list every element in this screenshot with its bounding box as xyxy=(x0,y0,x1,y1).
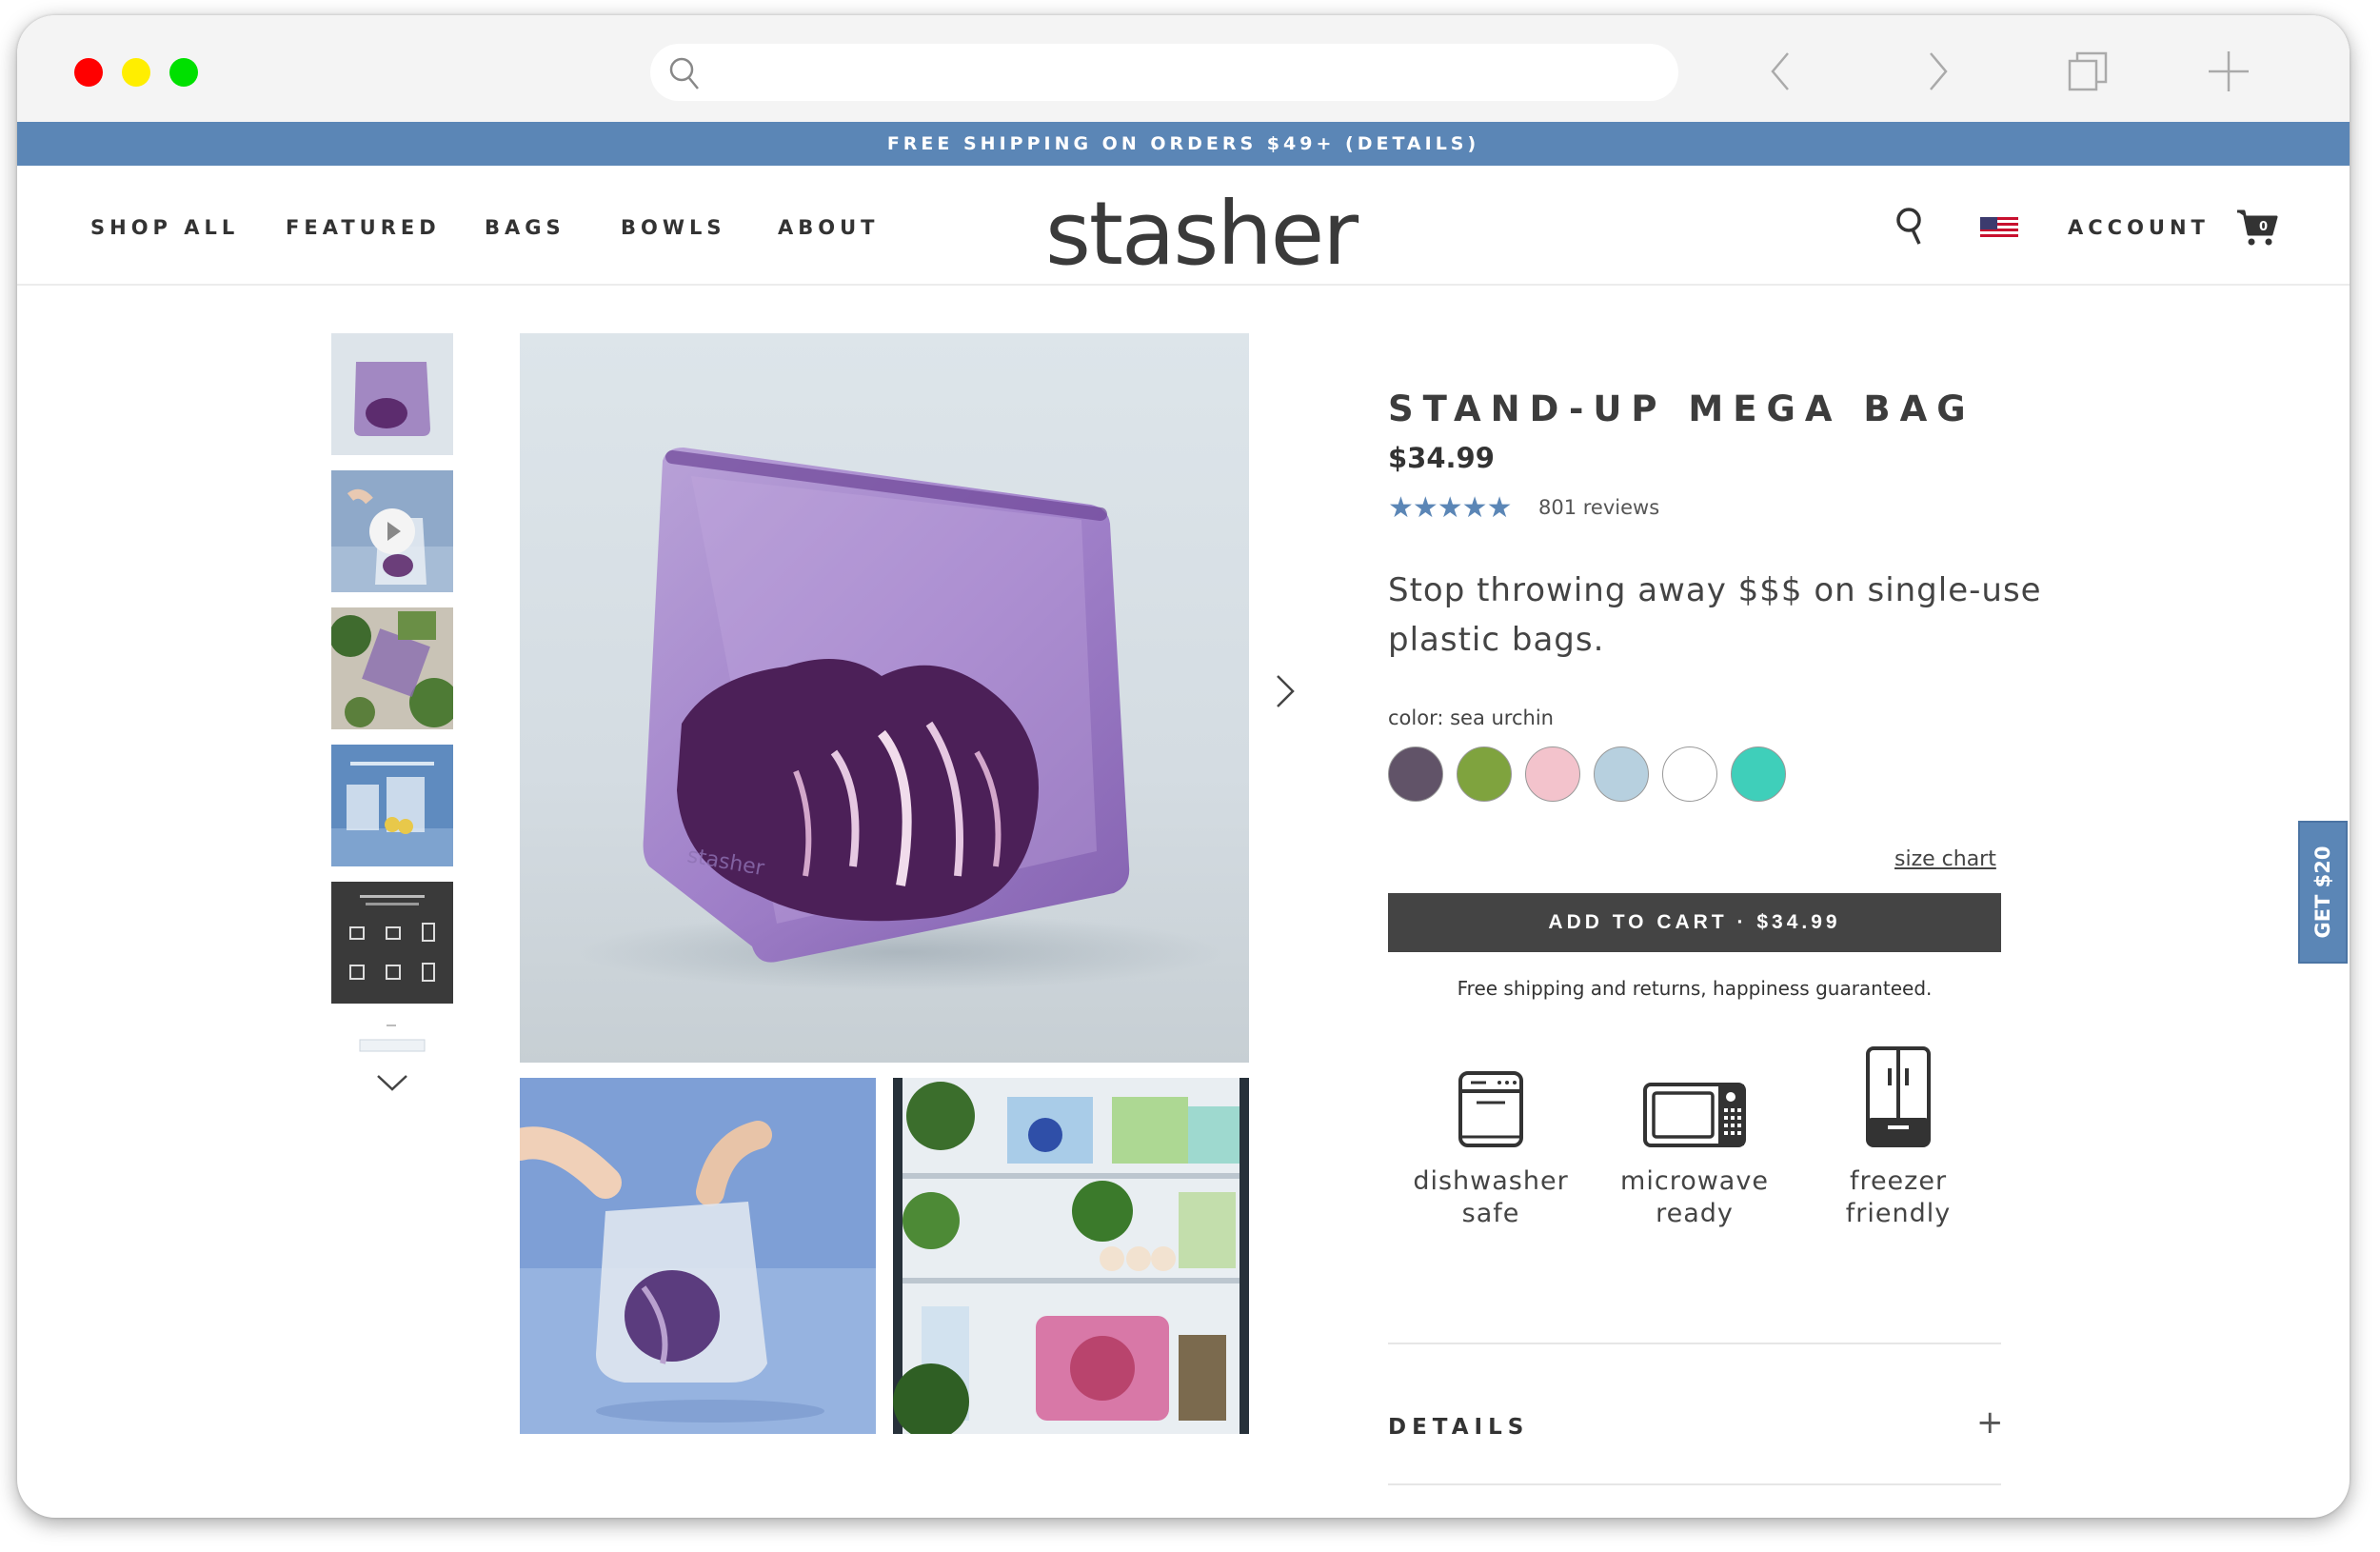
add-to-cart-button[interactable]: ADD TO CART · $34.99 xyxy=(1388,893,2001,952)
thumbnail-1[interactable] xyxy=(331,333,453,455)
forward-icon[interactable] xyxy=(1923,48,1952,95)
nav-account[interactable]: ACCOUNT xyxy=(2068,216,2210,239)
chevron-down-icon[interactable] xyxy=(375,1072,409,1095)
rating-stars[interactable]: ★★★★★ xyxy=(1388,491,1512,525)
product-tagline: Stop throwing away $$$ on single-use pla… xyxy=(1388,571,2042,659)
thumbnail-4[interactable] xyxy=(331,745,453,866)
nav-bowls[interactable]: BOWLS xyxy=(621,216,726,239)
us-flag-icon[interactable] xyxy=(1980,217,2018,240)
tabs-icon[interactable] xyxy=(2064,48,2112,95)
promo-label: GET $20 xyxy=(2311,846,2334,939)
swatch-pink[interactable] xyxy=(1525,746,1580,802)
swatch-clear[interactable] xyxy=(1662,746,1717,802)
feature-label: dishwasher xyxy=(1413,1166,1569,1196)
search-icon xyxy=(669,57,699,90)
feature-dishwasher: dishwasher safe xyxy=(1396,1034,1586,1230)
swatch-sea-urchin[interactable] xyxy=(1388,746,1443,802)
size-chart-link[interactable]: size chart xyxy=(1894,847,1996,871)
divider xyxy=(1388,1483,2001,1485)
chevron-right-icon[interactable] xyxy=(1274,672,1297,710)
minimize-window-button[interactable] xyxy=(122,58,150,87)
shipping-banner[interactable]: FREE SHIPPING ON ORDERS $49+ (DETAILS) xyxy=(17,122,2350,166)
reviews-link[interactable]: 801 reviews xyxy=(1538,496,1659,519)
plus-icon[interactable]: + xyxy=(1976,1403,2004,1442)
stasher-logo[interactable]: stasher xyxy=(1045,183,1359,285)
swatch-blue[interactable] xyxy=(1594,746,1649,802)
thumbnail-6[interactable] xyxy=(331,1019,453,1057)
gallery-image-fridge[interactable] xyxy=(893,1078,1249,1434)
gallery-image-hands[interactable] xyxy=(520,1078,876,1434)
feature-freezer: freezer friendly xyxy=(1803,1034,1993,1230)
feature-label: freezer xyxy=(1849,1166,1948,1196)
back-icon[interactable] xyxy=(1767,48,1795,95)
microwave-icon xyxy=(1643,1083,1746,1147)
dishwasher-icon xyxy=(1458,1071,1523,1147)
main-product-image[interactable]: stasher xyxy=(520,333,1249,1063)
swatch-green[interactable] xyxy=(1457,746,1512,802)
feature-label: friendly xyxy=(1845,1199,1952,1228)
feature-label: microwave xyxy=(1620,1166,1769,1196)
product-price: $34.99 xyxy=(1388,442,1495,474)
divider xyxy=(1388,1343,2001,1344)
cart-icon[interactable] xyxy=(2235,208,2279,248)
shipping-note: Free shipping and returns, happiness gua… xyxy=(1457,977,1933,1000)
nav-about[interactable]: ABOUT xyxy=(778,216,880,239)
address-bar[interactable] xyxy=(650,44,1678,101)
swatch-aqua[interactable] xyxy=(1731,746,1786,802)
product-title: STAND-UP MEGA BAG xyxy=(1388,388,1975,429)
nav-shop-all[interactable]: SHOP ALL xyxy=(90,216,239,239)
new-tab-icon[interactable] xyxy=(2205,48,2252,95)
browser-toolbar xyxy=(17,15,2350,122)
maximize-window-button[interactable] xyxy=(169,58,198,87)
thumbnail-video[interactable] xyxy=(331,470,453,592)
cart-count: 0 xyxy=(2259,220,2269,234)
details-accordion[interactable]: DETAILS xyxy=(1388,1415,1529,1440)
get-20-promo-tab[interactable]: GET $20 xyxy=(2298,821,2348,964)
site-header: SHOP ALL FEATURED BAGS BOWLS ABOUT stash… xyxy=(17,166,2350,286)
feature-label: ready xyxy=(1656,1199,1734,1228)
nav-featured[interactable]: FEATURED xyxy=(286,216,441,239)
color-label: color: sea urchin xyxy=(1388,706,1554,729)
freezer-icon xyxy=(1866,1046,1931,1147)
browser-window: FREE SHIPPING ON ORDERS $49+ (DETAILS) S… xyxy=(17,15,2350,1518)
nav-bags[interactable]: BAGS xyxy=(485,216,565,239)
close-window-button[interactable] xyxy=(74,58,103,87)
thumbnail-3[interactable] xyxy=(331,607,453,729)
feature-label: safe xyxy=(1461,1199,1520,1228)
feature-microwave: microwave ready xyxy=(1599,1034,1790,1230)
thumbnail-5[interactable] xyxy=(331,882,453,1004)
search-icon[interactable] xyxy=(1894,206,1929,248)
